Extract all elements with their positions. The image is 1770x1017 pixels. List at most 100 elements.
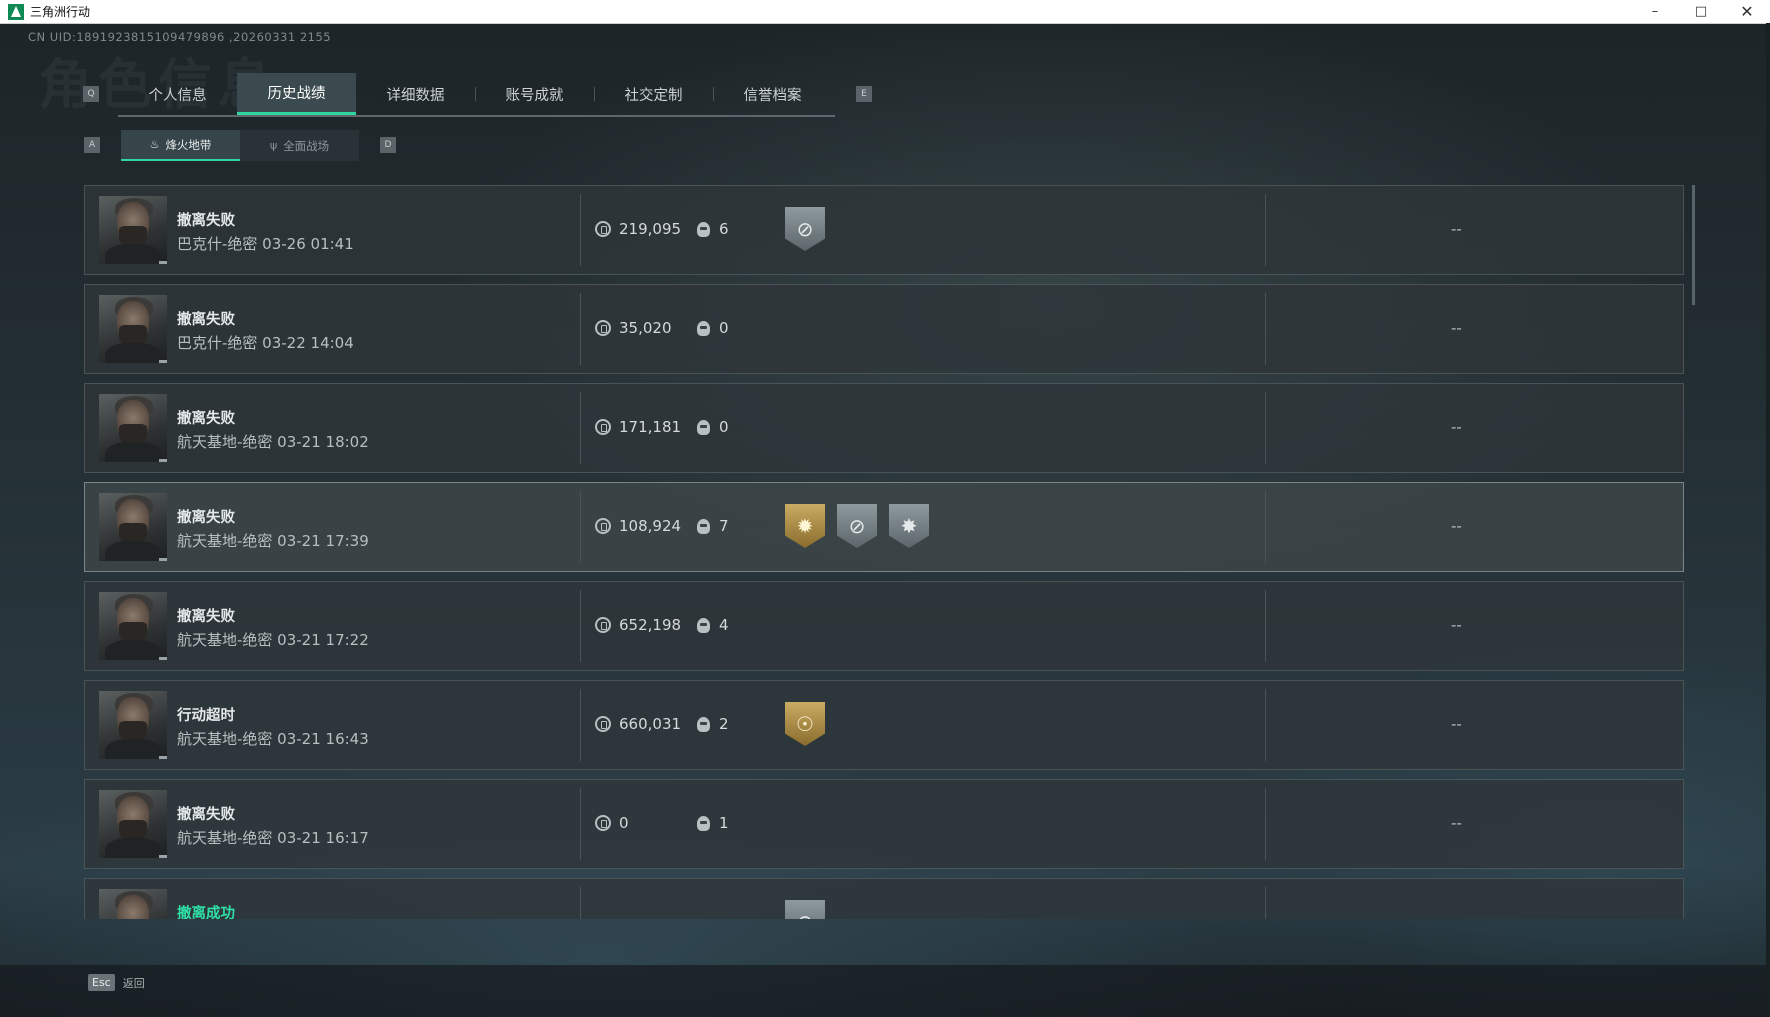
key-hint-next-tab: E [856,86,872,102]
achievement-badges: ☉ [785,702,837,746]
match-result: 撤离失败 [177,609,235,625]
map-and-time: 航天基地-绝密 03-21 17:39 [177,532,369,550]
key-hint-prev-subtab: A [84,137,100,153]
coin-icon [595,617,611,633]
divider [1265,293,1266,365]
skull-icon [697,320,710,336]
match-record-row[interactable]: 行动超时 航天基地-绝密 03-21 16:43 660,031 2 ☉ -- [84,680,1684,770]
match-record-row[interactable]: 撤离失败 巴克什-绝密 03-26 01:41 219,095 6 ⊘ -- [84,185,1684,275]
kill-count-text: 7 [719,517,729,535]
map-and-time: 巴克什-绝密 03-22 14:04 [177,334,354,352]
medal-badge-icon[interactable]: ⊘ [837,504,877,548]
match-result: 撤离成功 [177,906,235,919]
operator-avatar [99,493,167,561]
operator-avatar [99,790,167,858]
map-and-time: 航天基地-绝密 03-21 16:17 [177,829,369,847]
extra-info: -- [1451,418,1462,436]
kill-count-text: 0 [719,319,729,337]
match-result: 撤离失败 [177,807,235,823]
close-button[interactable]: ✕ [1724,0,1770,23]
loot-value-text: 0 [619,814,629,832]
maximize-button[interactable]: □ [1678,0,1724,23]
loot-value-text: 35,020 [619,319,672,337]
match-record-row[interactable]: 撤离失败航天基地-绝密 03-21 17:39 108,924 7 ✹ ⊘ ✸ -- [84,482,1684,572]
coin-icon [595,320,611,336]
player-uid: CN UID:1891923815109479896 ,20260331 215… [28,30,332,44]
divider [1265,491,1266,563]
kill-count-text: 0 [719,418,729,436]
key-hint-prev-tab: Q [83,86,99,102]
loot-value-text: 660,031 [619,715,682,733]
tab-5[interactable]: 信誉档案 [713,73,832,115]
tab-4[interactable]: 社交定制 [594,73,713,115]
medal-badge-icon[interactable]: ✹ [785,504,825,548]
divider [580,293,581,365]
loot-value: 219,095 [595,220,681,238]
main-tabs: 个人信息 历史战绩 详细数据 账号成就 社交定制 信誉档案 [118,73,835,117]
list-scrollbar[interactable] [1692,185,1695,305]
kill-count: 7 [697,517,729,535]
subtab-0[interactable]: ♨ 烽火地带 [121,130,240,161]
operator-avatar [99,196,167,264]
window-title: 三角洲行动 [30,5,91,19]
minimize-button[interactable]: – [1632,0,1678,23]
kill-count: 1 [697,814,729,832]
medal-badge-icon[interactable]: ✸ [889,504,929,548]
extra-info: -- [1451,220,1462,238]
skull-icon [697,815,710,831]
loot-value: 108,924 [595,517,681,535]
match-record-row[interactable]: 撤离失败 航天基地-绝密 03-21 16:17 0 1 -- [84,779,1684,869]
kill-count-text: 2 [719,715,729,733]
divider [1265,194,1266,266]
achievement-badges: ✹ ⊘ ✸ [785,504,941,548]
operator-avatar [99,691,167,759]
tab-1[interactable]: 历史战绩 [237,73,356,115]
match-result: 撤离失败 [177,411,235,427]
divider [1265,887,1266,919]
kill-count-text: 6 [719,220,729,238]
operator-avatar [99,394,167,462]
divider [580,788,581,860]
map-and-time: 航天基地-绝密 03-21 17:22 [177,631,369,649]
tab-3[interactable]: 账号成就 [475,73,594,115]
match-result: 撤离失败 [177,510,235,526]
loot-value-text: 652,198 [619,616,682,634]
medal-badge-icon[interactable]: ⊘ [785,900,825,919]
medal-badge-icon[interactable]: ⊘ [785,207,825,251]
operator-avatar [99,889,167,919]
match-record-row[interactable]: 撤离成功 ⊘ [84,878,1684,919]
subtab-1[interactable]: ψ 全面战场 [240,130,359,161]
loot-value-text: 171,181 [619,418,682,436]
back-button[interactable]: Esc 返回 [88,974,145,991]
divider [1265,689,1266,761]
kill-count: 2 [697,715,729,733]
esc-key-hint: Esc [88,974,115,991]
coin-icon [595,815,611,831]
divider [1265,590,1266,662]
tab-0[interactable]: 个人信息 [118,73,237,115]
skull-icon [697,221,710,237]
match-record-row[interactable]: 撤离失败 航天基地-绝密 03-21 17:22 652,198 4 -- [84,581,1684,671]
divider [580,590,581,662]
divider [580,491,581,563]
match-record-row[interactable]: 撤离失败航天基地-绝密 03-21 18:02 171,181 0 -- [84,383,1684,473]
divider [1265,788,1266,860]
medal-badge-icon[interactable]: ☉ [785,702,825,746]
back-label: 返回 [122,976,145,990]
subtab-icon: ψ [269,139,278,152]
achievement-badges: ⊘ [785,900,837,919]
map-and-time: 航天基地-绝密 03-21 16:43 [177,730,369,748]
skull-icon [697,419,710,435]
extra-info: -- [1451,517,1462,535]
key-hint-next-subtab: D [380,137,396,153]
achievement-badges: ⊘ [785,207,837,251]
extra-info: -- [1451,715,1462,733]
kill-count: 6 [697,220,729,238]
operator-avatar [99,592,167,660]
match-record-row[interactable]: 撤离失败 巴克什-绝密 03-22 14:04 35,020 0 -- [84,284,1684,374]
divider [1265,392,1266,464]
app-icon [8,3,24,20]
bottom-bar [0,965,1770,1017]
map-and-time: 航天基地-绝密 03-21 18:02 [177,433,369,451]
tab-2[interactable]: 详细数据 [356,73,475,115]
